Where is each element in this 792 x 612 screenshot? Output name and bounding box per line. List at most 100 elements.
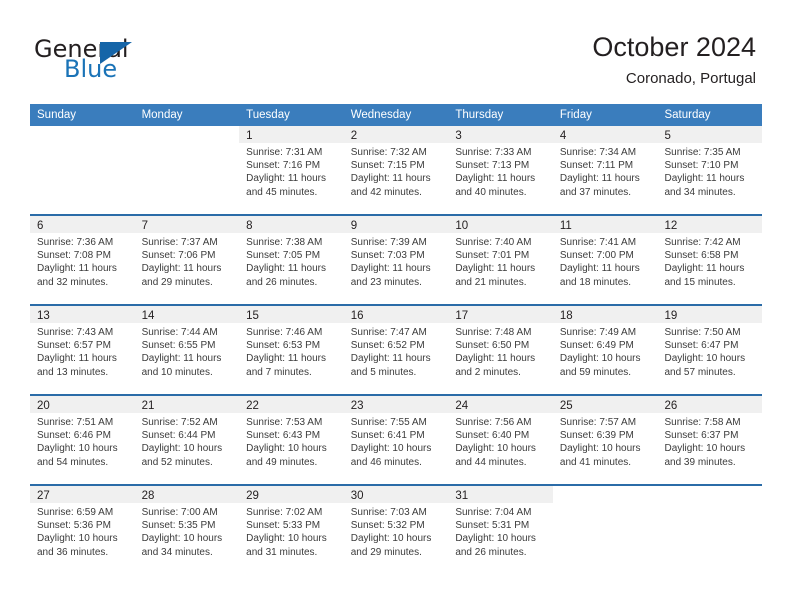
daylight-text-cont: and 49 minutes. [246, 456, 318, 468]
day-cell[interactable]: 27 Sunrise: 6:59 AM Sunset: 5:36 PM Dayligh… [30, 486, 135, 574]
day-cell-details: Sunrise: 7:41 AM Sunset: 7:00 PM Daylight:… [553, 233, 658, 289]
day-number: 6 [37, 220, 44, 232]
day-cell[interactable]: 16 Sunrise: 7:47 AM Sunset: 6:52 PM Dayligh… [343, 306, 449, 394]
sunset-text: Sunset: 7:10 PM [664, 160, 739, 172]
sunrise-text: Sunrise: 7:02 AM [246, 507, 323, 518]
day-cell-details: Sunrise: 7:58 AM Sunset: 6:37 PM Daylight:… [657, 413, 762, 469]
daylight-text-cont: and 37 minutes. [559, 186, 632, 198]
calendar-week-row: 13 Sunrise: 7:43 AM Sunset: 6:57 PM Dayligh… [30, 304, 763, 394]
day-number-band [657, 486, 762, 503]
day-cell[interactable]: 15 Sunrise: 7:46 AM Sunset: 6:53 PM Dayligh… [239, 306, 344, 394]
day-number: 25 [559, 400, 573, 412]
daylight-text: Daylight: 10 hours [350, 533, 432, 545]
day-number: 2 [350, 130, 358, 142]
calendar-week-cells: 20 Sunrise: 7:51 AM Sunset: 6:46 PM Dayligh… [30, 396, 763, 484]
day-cell[interactable]: 9 Sunrise: 7:39 AM Sunset: 7:03 PM Daylight… [343, 216, 449, 304]
sunrise-text: Sunrise: 7:46 AM [246, 327, 323, 338]
day-cell-details: Sunrise: 6:59 AM Sunset: 5:36 PM Daylight:… [30, 503, 135, 559]
day-cell[interactable]: 22 Sunrise: 7:53 AM Sunset: 6:43 PM Dayligh… [239, 396, 344, 484]
day-cell[interactable]: 13 Sunrise: 7:43 AM Sunset: 6:57 PM Dayligh… [30, 306, 135, 394]
daylight-text: Daylight: 11 hours [455, 173, 536, 185]
day-cell[interactable]: 30 Sunrise: 7:03 AM Sunset: 5:32 PM Dayligh… [343, 486, 449, 574]
calendar-weeks: 1 Sunrise: 7:31 AM Sunset: 7:16 PM Daylight… [30, 126, 763, 574]
sunrise-text: Sunrise: 7:41 AM [559, 237, 637, 248]
day-cell-details: Sunrise: 7:00 AM Sunset: 5:35 PM Daylight:… [135, 503, 240, 559]
general-blue-logo[interactable]: General Blue [34, 36, 214, 92]
day-cell[interactable]: 6 Sunrise: 7:36 AM Sunset: 7:08 PM Daylight… [30, 216, 135, 304]
day-number-band: 26 [657, 396, 763, 413]
day-cell[interactable]: 28 Sunrise: 7:00 AM Sunset: 5:35 PM Dayligh… [134, 486, 240, 574]
sunset-text: Sunset: 5:32 PM [350, 520, 425, 532]
sunrise-text: Sunrise: 7:48 AM [455, 327, 532, 338]
sunrise-text: Sunrise: 7:53 AM [246, 417, 323, 428]
day-cell[interactable]: 8 Sunrise: 7:38 AM Sunset: 7:05 PM Daylight… [239, 216, 344, 304]
sunset-text: Sunset: 7:13 PM [455, 160, 530, 172]
day-number-band: 15 [239, 306, 344, 323]
day-cell[interactable]: 21 Sunrise: 7:52 AM Sunset: 6:44 PM Dayligh… [134, 396, 240, 484]
day-number-band: 10 [448, 216, 553, 233]
sunset-text: Sunset: 5:35 PM [141, 520, 216, 532]
day-cell[interactable]: 19 Sunrise: 7:50 AM Sunset: 6:47 PM Dayligh… [657, 306, 763, 394]
daylight-text-cont: and 32 minutes. [37, 276, 109, 288]
day-cell[interactable]: 10 Sunrise: 7:40 AM Sunset: 7:01 PM Dayligh… [448, 216, 553, 304]
daylight-text-cont: and 26 minutes. [455, 546, 527, 558]
sunrise-text: Sunrise: 7:33 AM [455, 147, 532, 158]
day-cell-details: Sunrise: 7:55 AM Sunset: 6:41 PM Daylight:… [344, 413, 449, 469]
day-number-band: 21 [134, 396, 240, 413]
day-number-band: 2 [343, 126, 449, 143]
day-cell-details: Sunrise: 7:04 AM Sunset: 5:31 PM Daylight:… [448, 503, 553, 559]
day-cell[interactable]: 29 Sunrise: 7:02 AM Sunset: 5:33 PM Dayligh… [239, 486, 344, 574]
day-cell-empty [552, 486, 658, 574]
day-cell[interactable]: 11 Sunrise: 7:41 AM Sunset: 7:00 PM Dayligh… [552, 216, 658, 304]
day-cell-details: Sunrise: 7:40 AM Sunset: 7:01 PM Daylight:… [448, 233, 553, 289]
day-cell[interactable]: 23 Sunrise: 7:55 AM Sunset: 6:41 PM Dayligh… [343, 396, 449, 484]
sunrise-text: Sunrise: 7:42 AM [664, 237, 741, 248]
day-cell-details: Sunrise: 7:35 AM Sunset: 7:10 PM Daylight:… [657, 143, 762, 199]
day-number: 28 [141, 490, 155, 502]
day-cell[interactable]: 2 Sunrise: 7:32 AM Sunset: 7:15 PM Daylight… [343, 126, 449, 214]
sunrise-text: Sunrise: 7:56 AM [455, 417, 532, 428]
day-number-band: 11 [552, 216, 658, 233]
calendar-week-row: 1 Sunrise: 7:31 AM Sunset: 7:16 PM Daylight… [30, 126, 763, 214]
day-number-band: 24 [448, 396, 553, 413]
day-number-band: 31 [448, 486, 553, 503]
page-header: General Blue October 2024 Coronado, Port… [0, 0, 792, 104]
day-cell[interactable]: 12 Sunrise: 7:42 AM Sunset: 6:58 PM Dayligh… [657, 216, 763, 304]
day-cell[interactable]: 31 Sunrise: 7:04 AM Sunset: 5:31 PM Dayligh… [448, 486, 553, 574]
day-cell-empty [134, 126, 240, 214]
day-cell-empty [657, 486, 763, 574]
sunrise-text: Sunrise: 7:35 AM [664, 147, 741, 158]
calendar-grid: Sunday Monday Tuesday Wednesday Thursday Frid… [30, 104, 763, 574]
sunset-text: Sunset: 6:47 PM [664, 340, 739, 352]
day-cell[interactable]: 17 Sunrise: 7:48 AM Sunset: 6:50 PM Dayligh… [448, 306, 553, 394]
day-cell[interactable]: 20 Sunrise: 7:51 AM Sunset: 6:46 PM Dayligh… [30, 396, 135, 484]
weekday-header-thursday: Thursday [455, 109, 504, 121]
day-cell[interactable]: 24 Sunrise: 7:56 AM Sunset: 6:40 PM Dayligh… [448, 396, 553, 484]
day-cell[interactable]: 3 Sunrise: 7:33 AM Sunset: 7:13 PM Daylight… [448, 126, 553, 214]
day-cell[interactable]: 18 Sunrise: 7:49 AM Sunset: 6:49 PM Dayligh… [552, 306, 658, 394]
day-cell[interactable]: 5 Sunrise: 7:35 AM Sunset: 7:10 PM Daylight… [657, 126, 763, 214]
day-number: 17 [455, 310, 469, 322]
day-cell[interactable]: 7 Sunrise: 7:37 AM Sunset: 7:06 PM Daylight… [134, 216, 240, 304]
day-number: 22 [246, 400, 259, 412]
day-cell[interactable]: 26 Sunrise: 7:58 AM Sunset: 6:37 PM Dayligh… [657, 396, 763, 484]
daylight-text: Daylight: 11 hours [559, 173, 640, 185]
day-cell[interactable]: 14 Sunrise: 7:44 AM Sunset: 6:55 PM Dayligh… [134, 306, 240, 394]
day-cell-details: Sunrise: 7:44 AM Sunset: 6:55 PM Daylight:… [135, 323, 240, 379]
day-cell[interactable]: 4 Sunrise: 7:34 AM Sunset: 7:11 PM Daylight… [552, 126, 658, 214]
sunset-text: Sunset: 6:41 PM [350, 430, 425, 442]
day-cell-details: Sunrise: 7:31 AM Sunset: 7:16 PM Daylight:… [239, 143, 344, 199]
day-number-band: 23 [343, 396, 449, 413]
day-number-band [30, 126, 135, 143]
day-cell[interactable]: 25 Sunrise: 7:57 AM Sunset: 6:39 PM Dayligh… [552, 396, 658, 484]
day-cell[interactable]: 1 Sunrise: 7:31 AM Sunset: 7:16 PM Daylight… [239, 126, 344, 214]
sunrise-text: Sunrise: 7:37 AM [141, 237, 218, 248]
daylight-text-cont: and 40 minutes. [455, 186, 527, 198]
daylight-text: Daylight: 11 hours [350, 173, 431, 185]
sunrise-text: Sunrise: 7:04 AM [455, 507, 532, 518]
day-number: 26 [664, 400, 678, 412]
daylight-text: Daylight: 10 hours [246, 533, 327, 545]
daylight-text-cont: and 54 minutes. [37, 456, 109, 468]
daylight-text: Daylight: 10 hours [455, 443, 536, 455]
sunset-text: Sunset: 6:40 PM [455, 430, 530, 442]
